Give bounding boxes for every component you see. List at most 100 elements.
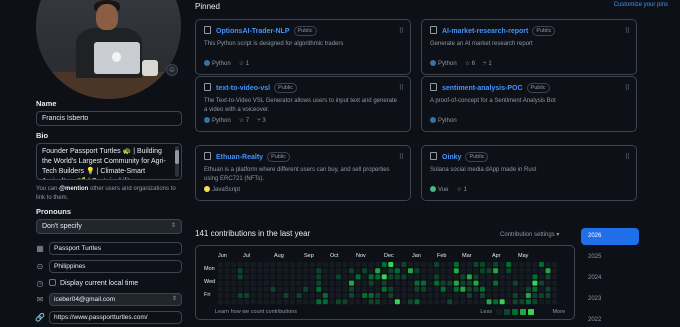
contribution-day[interactable] [329, 280, 335, 286]
contribution-day[interactable] [499, 274, 505, 280]
contribution-day[interactable] [303, 293, 309, 298]
contribution-day[interactable] [263, 274, 269, 280]
contribution-day[interactable] [473, 286, 479, 292]
contribution-day[interactable] [388, 299, 394, 305]
local-time-checkbox[interactable] [49, 279, 56, 286]
contribution-day[interactable] [237, 274, 243, 280]
contribution-day[interactable] [375, 286, 381, 292]
contribution-day[interactable] [309, 280, 315, 286]
contribution-day[interactable] [290, 286, 296, 292]
contribution-day[interactable] [532, 274, 538, 280]
company-field[interactable]: Passport Turtles [49, 242, 182, 255]
contribution-day[interactable] [512, 286, 518, 292]
contribution-day[interactable] [525, 280, 531, 286]
contribution-day[interactable] [329, 299, 335, 305]
contribution-day[interactable] [506, 274, 512, 280]
contribution-day[interactable] [231, 286, 237, 292]
contribution-day[interactable] [447, 293, 453, 298]
year-button[interactable]: 2023 [581, 291, 639, 308]
contribution-day[interactable] [434, 280, 440, 286]
contribution-day[interactable] [440, 268, 446, 274]
contribution-day[interactable] [525, 262, 531, 267]
contribution-day[interactable] [401, 268, 407, 274]
contribution-day[interactable] [552, 262, 558, 267]
contribution-day[interactable] [480, 274, 485, 280]
contribution-day[interactable] [486, 262, 492, 267]
contribution-day[interactable] [447, 299, 453, 305]
local-time-checkbox-row[interactable]: Display current local time [49, 279, 138, 287]
contribution-day[interactable] [512, 268, 518, 274]
contribution-day[interactable] [427, 274, 433, 280]
contribution-day[interactable] [473, 299, 479, 305]
contribution-day[interactable] [493, 274, 499, 280]
repo-name-link[interactable]: sentiment-analysis-POC [442, 85, 523, 92]
contribution-day[interactable] [224, 262, 230, 267]
contribution-day[interactable] [244, 280, 250, 286]
contribution-day[interactable] [349, 286, 354, 292]
contribution-day[interactable] [486, 293, 492, 298]
contribution-day[interactable] [381, 299, 387, 305]
contribution-day[interactable] [303, 262, 309, 267]
year-button[interactable]: 2026 [581, 228, 639, 245]
contribution-day[interactable] [538, 274, 544, 280]
contribution-day[interactable] [473, 280, 479, 286]
bio-textarea[interactable]: Founder Passport Turtles 🐢 | Building th… [36, 143, 182, 180]
contribution-day[interactable] [460, 280, 466, 286]
contribution-day[interactable] [303, 280, 309, 286]
contribution-day[interactable] [388, 286, 394, 292]
contribution-day[interactable] [237, 293, 243, 298]
contribution-day[interactable] [401, 286, 407, 292]
contribution-day[interactable] [381, 262, 387, 267]
contribution-day[interactable] [421, 293, 427, 298]
contribution-day[interactable] [250, 268, 256, 274]
contribution-day[interactable] [349, 274, 354, 280]
contribution-day[interactable] [309, 286, 315, 292]
contribution-day[interactable] [335, 299, 341, 305]
contribution-day[interactable] [218, 286, 223, 292]
contribution-day[interactable] [322, 274, 328, 280]
contribution-day[interactable] [493, 293, 499, 298]
contribution-day[interactable] [303, 286, 309, 292]
contribution-day[interactable] [532, 262, 538, 267]
contribution-day[interactable] [525, 268, 531, 274]
contribution-day[interactable] [388, 262, 394, 267]
pinned-repo-card[interactable]: AI-market-research-report Public ⠿ Generate… [421, 19, 637, 75]
contribution-day[interactable] [486, 274, 492, 280]
contribution-day[interactable] [512, 262, 518, 267]
repo-name-link[interactable]: Oinky [442, 154, 461, 161]
contribution-day[interactable] [453, 274, 459, 280]
name-field[interactable]: Francis Isberto [36, 111, 182, 126]
contribution-day[interactable] [545, 299, 551, 305]
year-button[interactable]: 2024 [581, 270, 639, 287]
contribution-day[interactable] [224, 299, 230, 305]
contribution-day[interactable] [368, 299, 374, 305]
contribution-day[interactable] [309, 274, 315, 280]
drag-handle-icon[interactable]: ⠿ [399, 27, 404, 35]
contribution-day[interactable] [532, 280, 538, 286]
contribution-day[interactable] [394, 280, 400, 286]
contribution-day[interactable] [309, 299, 315, 305]
contribution-day[interactable] [388, 280, 394, 286]
pronouns-select[interactable]: Don't specify ⇕ [36, 219, 182, 234]
contribution-day[interactable] [355, 286, 361, 292]
contribution-day[interactable] [329, 293, 335, 298]
contribution-day[interactable] [440, 293, 446, 298]
contribution-day[interactable] [237, 286, 243, 292]
contribution-day[interactable] [480, 286, 485, 292]
contribution-day[interactable] [440, 262, 446, 267]
contribution-day[interactable] [250, 299, 256, 305]
contribution-day[interactable] [244, 293, 250, 298]
contribution-day[interactable] [296, 286, 302, 292]
contribution-day[interactable] [473, 268, 479, 274]
drag-handle-icon[interactable]: ⠿ [625, 84, 630, 92]
contribution-day[interactable] [499, 268, 505, 274]
contribution-day[interactable] [512, 299, 518, 305]
contribution-day[interactable] [427, 293, 433, 298]
contribution-day[interactable] [414, 274, 420, 280]
contribution-day[interactable] [512, 280, 518, 286]
contribution-day[interactable] [506, 262, 512, 267]
repo-name-link[interactable]: AI-market-research-report [442, 28, 528, 35]
pinned-repo-card[interactable]: Oinky Public ⠿ Solana social media dApp mad… [421, 145, 637, 201]
contribution-day[interactable] [362, 293, 368, 298]
contribution-day[interactable] [296, 262, 302, 267]
